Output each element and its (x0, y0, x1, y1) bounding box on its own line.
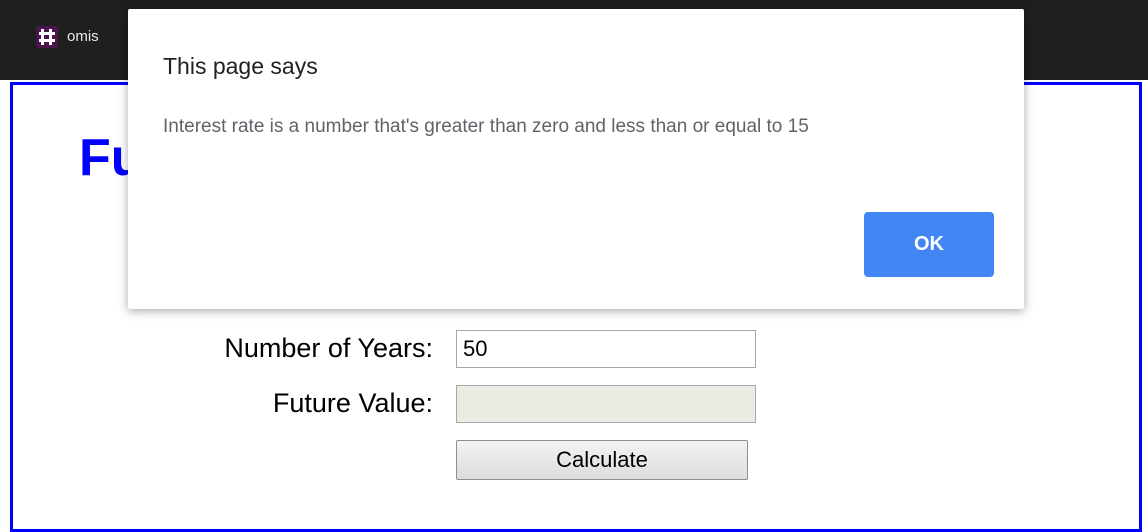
dialog-message: Interest rate is a number that's greater… (163, 116, 809, 137)
ok-button[interactable]: OK (864, 212, 994, 277)
calculate-button[interactable]: Calculate (456, 440, 748, 480)
slack-icon (36, 26, 58, 48)
number-of-years-input[interactable] (456, 330, 756, 368)
future-value-label: Future Value: (272, 388, 433, 418)
future-value-input (456, 385, 756, 423)
dialog-title: This page says (163, 53, 318, 79)
alert-dialog: This page says Interest rate is a number… (128, 9, 1024, 309)
number-of-years-label: Number of Years: (224, 333, 433, 363)
browser-tab-title[interactable]: omis (67, 28, 99, 45)
